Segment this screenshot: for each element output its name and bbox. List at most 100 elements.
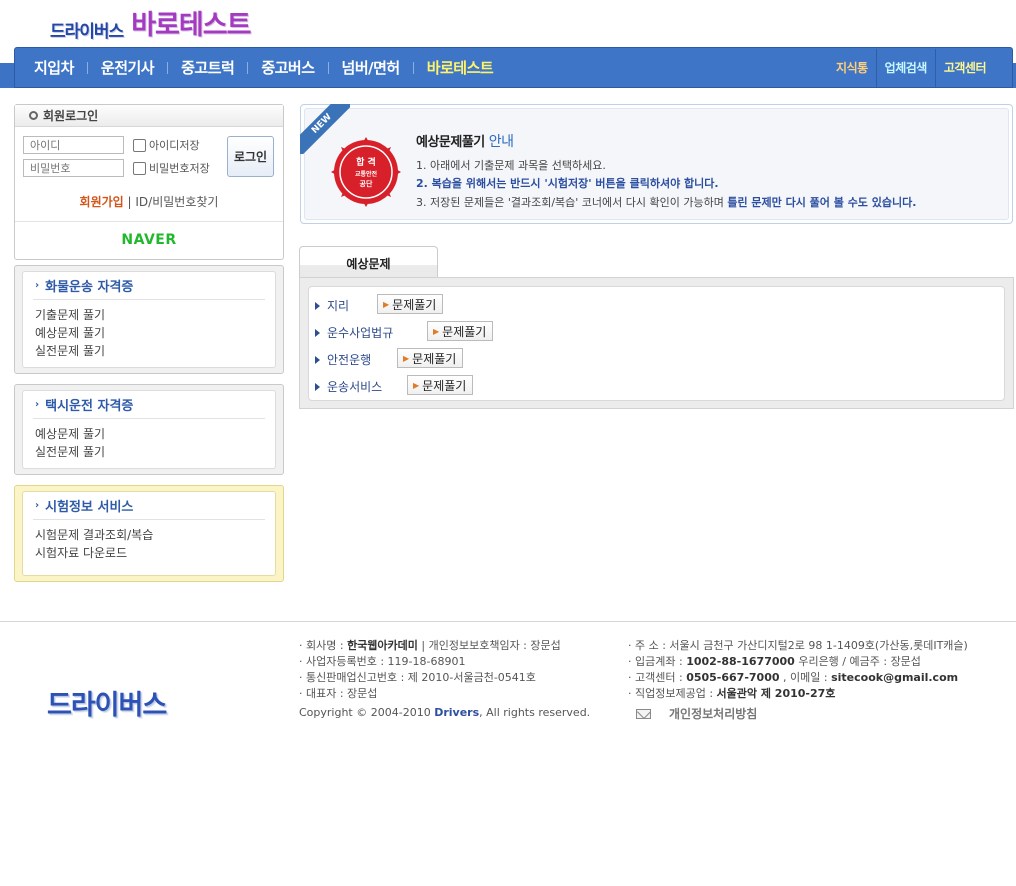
menu-title[interactable]: › 시험정보 서비스 [33, 492, 265, 520]
taxi-license-menu: › 택시운전 자격증 예상문제 풀기 실전문제 풀기 [14, 384, 284, 475]
menu-title[interactable]: › 택시운전 자격증 [33, 391, 265, 419]
new-badge: NEW [300, 104, 350, 154]
menu-title-text: 화물운송 자격증 [45, 280, 134, 295]
notice-panel: 합 격 교통안전 공단 예상문제풀기 안내 1. 아래에서 기출문제 과목을 선… [300, 104, 1013, 224]
job-number: 서울관악 제 2010-27호 [716, 687, 836, 700]
subject-name[interactable]: 운송서비스 [327, 378, 382, 395]
menu-title-text: 시험정보 서비스 [45, 500, 134, 515]
save-id-label: 아이디저장 [149, 139, 200, 152]
login-box: 회원로그인 아이디저장 비밀번호저장 로그인 회원가입 | ID/비밀번호찾기 … [14, 104, 284, 260]
footer-company: · 회사명 : 한국웹아카데미 | 개인정보보호책임자 : 장문섭 [299, 637, 561, 653]
chevron-right-icon: › [35, 280, 40, 291]
solve-button-label: 문제풀기 [412, 351, 457, 366]
cs-label: · 고객센터 : [628, 671, 683, 684]
subject-name[interactable]: 운수사업법규 [327, 324, 393, 341]
subject-list: 지리 ▶ 문제풀기 운수사업법규 ▶ 문제풀기 안전운행 ▶ 문제풀기 운송서비… [308, 286, 1005, 401]
solve-button-safe-driving[interactable]: ▶ 문제풀기 [397, 348, 464, 368]
footer-job-info: · 직업정보제공업 : 서울관악 제 2010-27호 [628, 685, 835, 701]
notice-title-sub: 안내 [488, 134, 514, 150]
notice-title-main: 예상문제풀기 [416, 135, 485, 150]
privacy-policy-label: 개인정보처리방침 [669, 707, 758, 721]
subject-name[interactable]: 지리 [327, 297, 349, 314]
new-badge-text: NEW [300, 104, 350, 154]
footer-customer-center: · 고객센터 : 0505-667-7000 , 이메일 : sitecook@… [628, 669, 958, 685]
find-id-password-link[interactable]: ID/비밀번호찾기 [135, 195, 218, 209]
cs-email-label: , 이메일 : [779, 671, 828, 684]
nav-item-used-truck[interactable]: 중고트럭 [168, 57, 247, 78]
menu-item-past-exam[interactable]: 기출문제 풀기 [33, 306, 265, 324]
triangle-right-icon [315, 328, 320, 337]
nav-item-barotest[interactable]: 바로테스트 [414, 57, 507, 78]
menu-item-real-exam[interactable]: 실전문제 풀기 [33, 342, 265, 360]
cs-phone: 0505-667-7000 [686, 671, 780, 684]
copyright-prefix: Copyright © 2004-2010 [299, 706, 431, 719]
tab-expected-exam[interactable]: 예상문제 [299, 246, 438, 277]
copyright-brand: Drivers [434, 706, 480, 719]
account-number: 1002-88-1677000 [686, 655, 795, 668]
solve-button-transport-service[interactable]: ▶ 문제풀기 [407, 375, 474, 395]
chevron-right-icon: › [35, 500, 40, 511]
id-input[interactable] [23, 136, 124, 154]
tab-panel: 지리 ▶ 문제풀기 운수사업법규 ▶ 문제풀기 안전운행 ▶ 문제풀기 운송서비… [299, 277, 1014, 409]
seal-text-3: 공단 [360, 179, 373, 188]
footer-company-label: · 회사명 : [299, 639, 344, 652]
solve-button-geography[interactable]: ▶ 문제풀기 [377, 294, 444, 314]
footer-copyright: Copyright © 2004-2010 Drivers, All right… [299, 706, 590, 719]
triangle-right-icon [315, 355, 320, 364]
menu-title[interactable]: › 화물운송 자격증 [33, 272, 265, 300]
triangle-right-icon [315, 301, 320, 310]
circle-bullet-icon [29, 111, 38, 120]
login-links: 회원가입 | ID/비밀번호찾기 [15, 193, 283, 210]
account-label: · 입금계좌 : [628, 655, 683, 668]
mail-icon [636, 708, 651, 719]
site-logo[interactable]: 드라이버스 바로테스트 [50, 6, 251, 42]
login-title: 회원로그인 [43, 109, 99, 123]
nav-link-knowledge[interactable]: 지식통 [828, 59, 876, 76]
menu-item-real-exam[interactable]: 실전문제 풀기 [33, 443, 265, 461]
cs-email[interactable]: sitecook@gmail.com [831, 671, 958, 684]
solve-button-transport-law[interactable]: ▶ 문제풀기 [427, 321, 494, 341]
save-password-label: 비밀번호저장 [149, 162, 210, 175]
divider [15, 221, 283, 222]
notice-line-2: 2. 복습을 위해서는 반드시 '시험저장' 버튼을 클릭하셔야 합니다. [416, 177, 719, 190]
footer-company-rest: | 개인정보보호책임자 : 장문섭 [417, 639, 561, 652]
nav-item-driver[interactable]: 운전기사 [88, 57, 167, 78]
privacy-policy-link[interactable]: 개인정보처리방침 [636, 705, 757, 722]
join-link[interactable]: 회원가입 [80, 195, 124, 209]
main-navbar: 지입차 운전기사 중고트럭 중고버스 넘버/면허 바로테스트 지식통 업체검색 … [14, 47, 1013, 88]
password-input[interactable] [23, 159, 124, 177]
nav-item-used-bus[interactable]: 중고버스 [248, 57, 327, 78]
nav-link-customer-center[interactable]: 고객센터 [936, 59, 994, 76]
naver-login-link[interactable]: NAVER [15, 232, 283, 248]
footer-address: · 주 소 : 서울시 금천구 가산디지털2로 98 1-1409호(가산동,롯… [628, 639, 968, 652]
notice-line-1: 1. 아래에서 기출문제 과목을 선택하세요. [416, 159, 606, 172]
notice-title: 예상문제풀기 안내 [416, 131, 514, 151]
menu-item-expected-exam[interactable]: 예상문제 풀기 [33, 324, 265, 342]
save-id-checkbox[interactable] [133, 138, 146, 152]
arrow-right-icon: ▶ [433, 326, 440, 336]
save-password-checkbox[interactable] [133, 161, 146, 175]
subject-name[interactable]: 안전운행 [327, 351, 371, 368]
logo-drivers: 드라이버스 [50, 22, 124, 42]
nav-item-number-license[interactable]: 넘버/면허 [329, 57, 413, 78]
login-button[interactable]: 로그인 [227, 136, 274, 177]
nav-link-company-search[interactable]: 업체검색 [877, 59, 935, 76]
solve-button-label: 문제풀기 [422, 378, 467, 393]
footer-divider [0, 621, 1016, 622]
save-password-option[interactable]: 비밀번호저장 [133, 160, 210, 176]
menu-item-download[interactable]: 시험자료 다운로드 [33, 544, 265, 562]
arrow-right-icon: ▶ [413, 380, 420, 390]
arrow-right-icon: ▶ [403, 353, 410, 363]
subject-item: 운수사업법규 [315, 324, 393, 341]
logo-barotest: 바로테스트 [131, 10, 251, 41]
account-rest: 우리은행 / 예금주 : 장문섭 [794, 655, 921, 668]
chevron-right-icon: › [35, 399, 40, 410]
nav-item-jipcha[interactable]: 지입차 [15, 57, 87, 78]
exam-info-menu: › 시험정보 서비스 시험문제 결과조회/복습 시험자료 다운로드 [14, 485, 284, 582]
menu-title-text: 택시운전 자격증 [45, 399, 134, 414]
save-id-option[interactable]: 아이디저장 [133, 137, 200, 153]
menu-item-expected-exam[interactable]: 예상문제 풀기 [33, 425, 265, 443]
menu-item-result-review[interactable]: 시험문제 결과조회/복습 [33, 526, 265, 544]
subject-item: 안전운행 [315, 351, 371, 368]
login-header: 회원로그인 [15, 105, 283, 127]
